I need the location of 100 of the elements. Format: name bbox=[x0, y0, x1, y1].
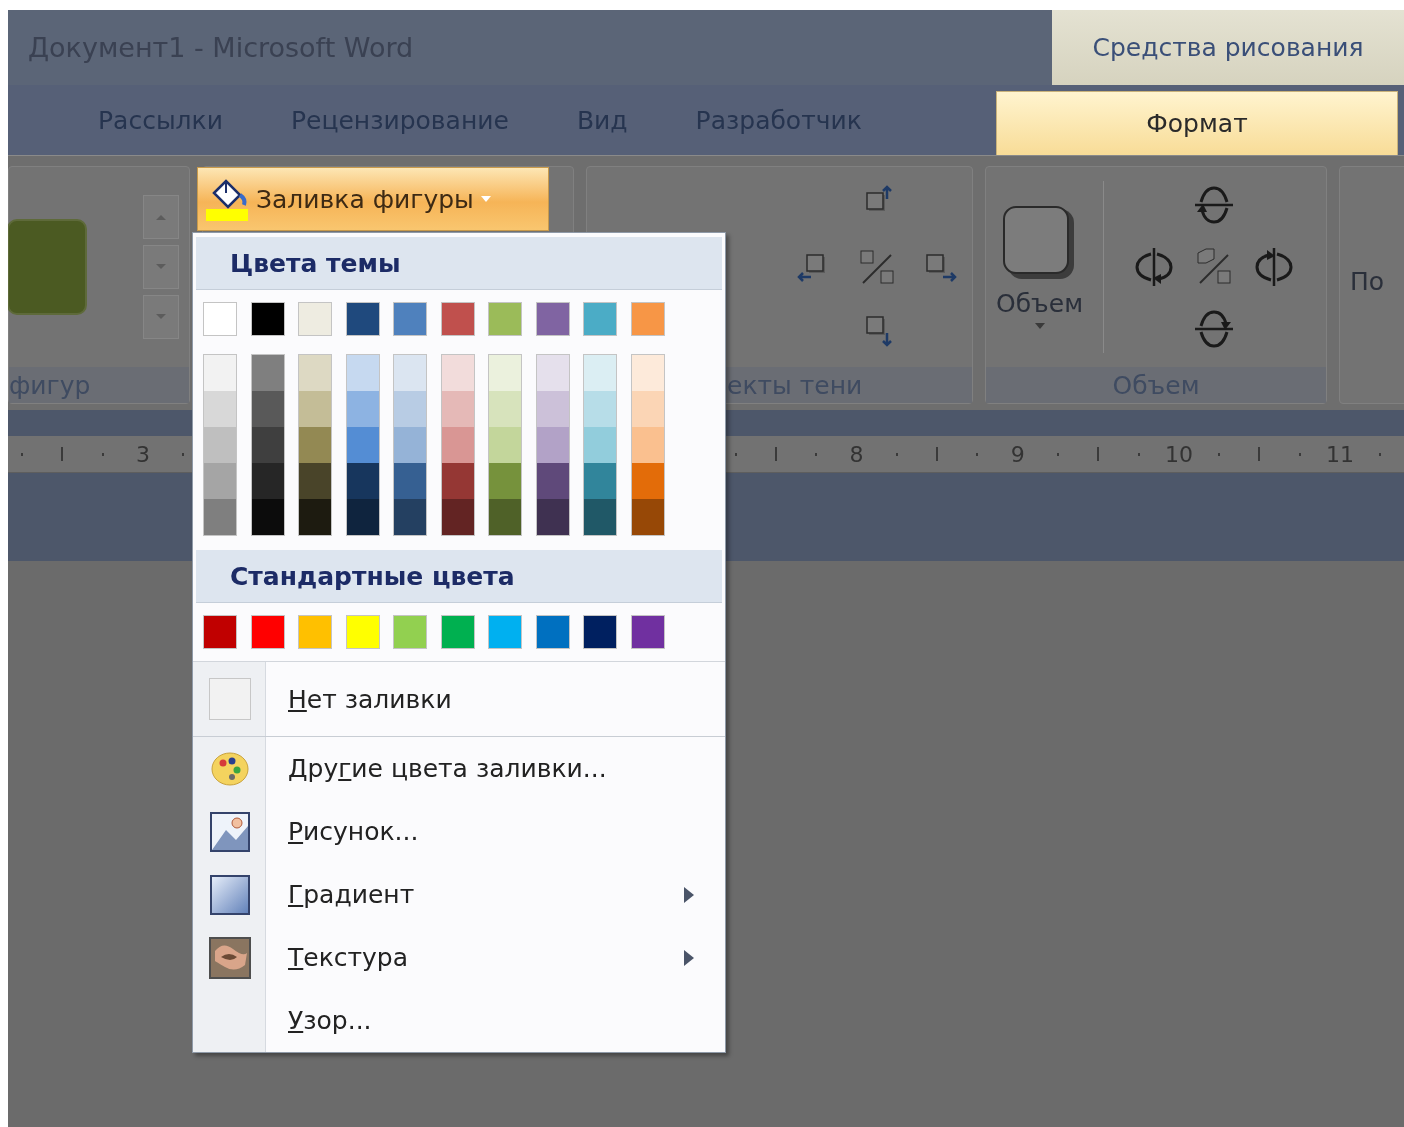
color-swatch[interactable] bbox=[489, 463, 521, 499]
color-swatch[interactable] bbox=[489, 427, 521, 463]
scroll-up-icon bbox=[155, 213, 167, 221]
color-swatch[interactable] bbox=[299, 499, 331, 535]
color-swatch[interactable] bbox=[251, 355, 284, 391]
color-swatch[interactable] bbox=[251, 463, 284, 499]
color-swatch[interactable] bbox=[441, 355, 474, 391]
color-swatch[interactable] bbox=[394, 499, 426, 535]
color-swatch[interactable] bbox=[394, 463, 426, 499]
menu-item[interactable]: Градиент bbox=[193, 863, 725, 926]
menu-section-header: Стандартные цвета bbox=[196, 550, 722, 603]
color-swatch[interactable] bbox=[346, 391, 379, 427]
ruler-number: 10 bbox=[1163, 441, 1194, 467]
color-swatch[interactable] bbox=[346, 499, 379, 535]
color-swatch[interactable] bbox=[346, 355, 379, 391]
color-swatch[interactable] bbox=[250, 302, 285, 336]
color-swatch[interactable] bbox=[583, 302, 617, 336]
color-swatch[interactable] bbox=[488, 302, 522, 336]
color-swatch[interactable] bbox=[441, 391, 474, 427]
color-swatch[interactable] bbox=[441, 463, 474, 499]
gallery-scroll-button[interactable] bbox=[143, 245, 179, 289]
scroll-down-icon bbox=[155, 313, 167, 321]
menu-item[interactable]: Другие цвета заливки... bbox=[193, 737, 725, 800]
volume-toggle-icon[interactable] bbox=[1194, 247, 1234, 287]
color-swatch[interactable] bbox=[584, 427, 616, 463]
ruler-number: 8 bbox=[848, 441, 865, 467]
color-swatch[interactable] bbox=[583, 615, 617, 649]
color-swatch[interactable] bbox=[393, 302, 427, 336]
color-swatch[interactable] bbox=[394, 391, 426, 427]
color-swatch[interactable] bbox=[299, 427, 331, 463]
color-swatch[interactable] bbox=[536, 499, 569, 535]
color-swatch[interactable] bbox=[536, 391, 569, 427]
volume-button-label: Объем bbox=[996, 288, 1083, 318]
color-swatch[interactable] bbox=[204, 391, 236, 427]
color-swatch[interactable] bbox=[584, 499, 616, 535]
gallery-scroll-button[interactable] bbox=[143, 195, 179, 239]
empty-swatch-icon bbox=[208, 678, 251, 720]
caret-icon bbox=[479, 195, 492, 203]
color-swatch[interactable] bbox=[251, 427, 284, 463]
shape-fill-button[interactable]: Заливка фигуры bbox=[197, 167, 549, 231]
color-swatch[interactable] bbox=[631, 499, 664, 535]
color-swatch[interactable] bbox=[536, 463, 569, 499]
shape-style-thumbnail[interactable] bbox=[8, 219, 87, 315]
menu-item[interactable]: Рисунок... bbox=[193, 800, 725, 863]
color-swatch[interactable] bbox=[250, 615, 285, 649]
gradient-square-icon bbox=[209, 874, 250, 915]
color-swatch[interactable] bbox=[631, 355, 664, 391]
color-swatch[interactable] bbox=[440, 302, 475, 336]
color-swatch[interactable] bbox=[345, 302, 380, 336]
color-swatch[interactable] bbox=[536, 355, 569, 391]
color-swatch[interactable] bbox=[584, 355, 616, 391]
color-swatch[interactable] bbox=[584, 391, 616, 427]
color-swatch[interactable] bbox=[488, 615, 522, 649]
color-swatch[interactable] bbox=[393, 615, 427, 649]
color-swatch[interactable] bbox=[630, 302, 665, 336]
ruler-number: 3 bbox=[135, 441, 152, 467]
color-swatch[interactable] bbox=[441, 427, 474, 463]
color-swatch[interactable] bbox=[535, 615, 570, 649]
color-swatch[interactable] bbox=[631, 463, 664, 499]
menu-item-label: Рисунок... bbox=[288, 817, 420, 846]
color-swatch[interactable] bbox=[631, 391, 664, 427]
color-swatch[interactable] bbox=[536, 427, 569, 463]
color-swatch[interactable] bbox=[394, 355, 426, 391]
ruler-number: 9 bbox=[1009, 441, 1026, 467]
color-swatch[interactable] bbox=[203, 302, 237, 336]
picture-icon bbox=[209, 811, 250, 852]
color-swatch[interactable] bbox=[204, 427, 236, 463]
color-swatch[interactable] bbox=[489, 499, 521, 535]
color-swatch[interactable] bbox=[251, 391, 284, 427]
color-swatch[interactable] bbox=[394, 427, 426, 463]
menu-item-label: Нет заливки bbox=[288, 684, 453, 714]
context-tab-group: Средства рисования bbox=[1052, 10, 1404, 85]
color-swatch[interactable] bbox=[489, 355, 521, 391]
color-swatch[interactable] bbox=[440, 615, 475, 649]
color-swatch[interactable] bbox=[489, 391, 521, 427]
color-swatch[interactable] bbox=[298, 302, 332, 336]
color-swatch[interactable] bbox=[204, 355, 236, 391]
ribbon-tab[interactable]: Формат bbox=[996, 91, 1398, 155]
menu-item[interactable]: Текстура bbox=[193, 926, 725, 989]
color-swatch[interactable] bbox=[203, 615, 237, 649]
color-swatch[interactable] bbox=[346, 427, 379, 463]
color-swatch[interactable] bbox=[298, 615, 332, 649]
color-swatch[interactable] bbox=[535, 302, 570, 336]
color-swatch[interactable] bbox=[630, 615, 665, 649]
color-swatch[interactable] bbox=[251, 499, 284, 535]
color-swatch[interactable] bbox=[299, 463, 331, 499]
gallery-scroll-button[interactable] bbox=[143, 295, 179, 339]
shadow-toggle-icon[interactable] bbox=[857, 247, 897, 287]
color-swatch[interactable] bbox=[299, 355, 331, 391]
color-swatch[interactable] bbox=[204, 499, 236, 535]
color-swatch[interactable] bbox=[631, 427, 664, 463]
color-swatch[interactable] bbox=[441, 499, 474, 535]
color-swatch[interactable] bbox=[584, 463, 616, 499]
menu-item[interactable]: Узор... bbox=[193, 989, 725, 1052]
color-swatch[interactable] bbox=[299, 391, 331, 427]
ruler-number: 11 bbox=[1325, 441, 1356, 467]
color-swatch[interactable] bbox=[345, 615, 380, 649]
menu-item[interactable]: Нет заливки bbox=[193, 662, 725, 736]
color-swatch[interactable] bbox=[346, 463, 379, 499]
color-swatch[interactable] bbox=[204, 463, 236, 499]
